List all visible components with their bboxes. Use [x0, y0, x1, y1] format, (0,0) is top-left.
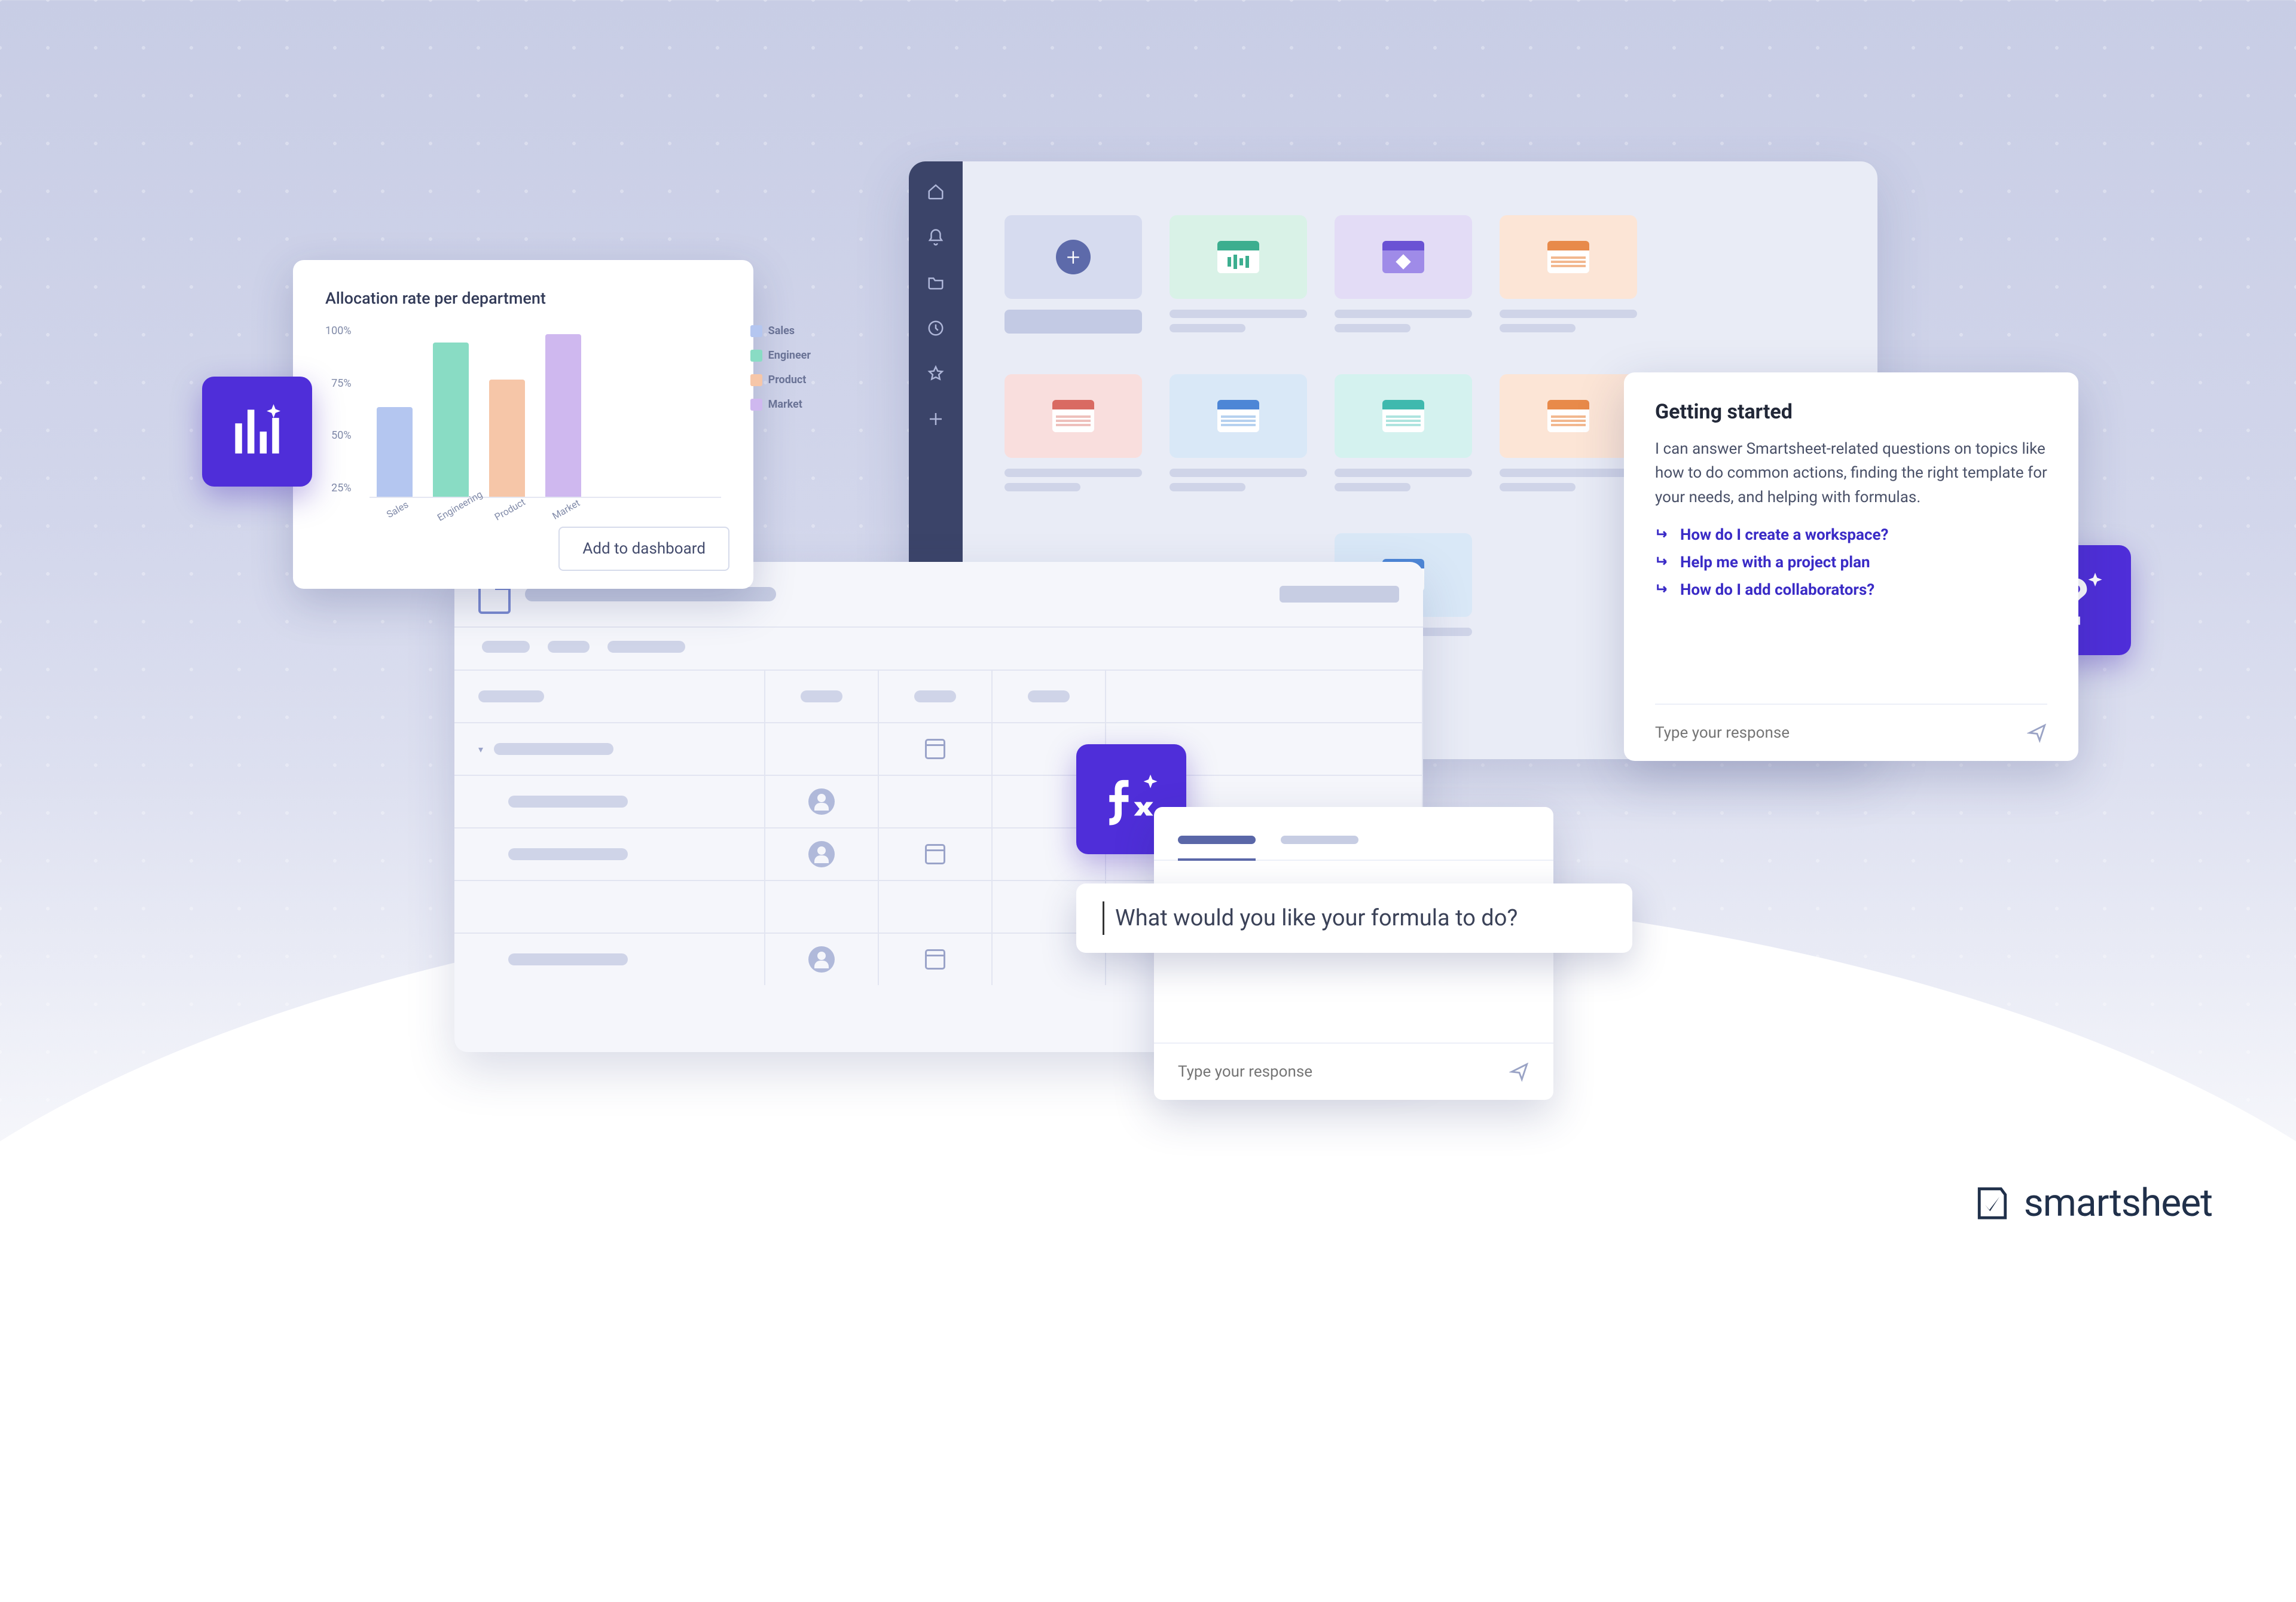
arrow-return-icon	[1655, 527, 1672, 543]
chart-widget: Allocation rate per department 100% 75% …	[293, 260, 753, 589]
send-icon[interactable]	[1509, 1062, 1529, 1082]
brand-logo: smartsheet	[1975, 1181, 2212, 1225]
chart-legend: Sales Engineer Product Market	[750, 325, 811, 411]
panel-title: Getting started	[1655, 400, 2047, 424]
formula-panel	[1154, 807, 1553, 1100]
avatar-icon	[808, 946, 835, 973]
avatar-icon	[808, 788, 835, 815]
send-icon[interactable]	[2027, 723, 2047, 743]
panel-body: I can answer Smartsheet-related question…	[1655, 437, 2047, 509]
chat-input[interactable]	[1655, 724, 1977, 742]
chart-title: Allocation rate per department	[325, 289, 721, 308]
ai-chart-badge	[202, 377, 312, 487]
template-tile[interactable]	[1500, 374, 1637, 497]
chart-plot: Sales Engineer Product Market	[370, 325, 721, 498]
formula-prompt-bubble[interactable]: What would you like your formula to do?	[1076, 883, 1632, 953]
formula-tabs	[1154, 807, 1553, 861]
add-to-dashboard-button[interactable]: Add to dashboard	[558, 527, 729, 571]
table-header-row	[454, 669, 1423, 722]
avatar-icon	[808, 841, 835, 867]
arrow-return-icon	[1655, 554, 1672, 571]
suggestion-link[interactable]: Help me with a project plan	[1655, 554, 2047, 571]
smartsheet-logo-icon	[1975, 1186, 2010, 1221]
template-tile[interactable]	[1004, 374, 1142, 497]
template-tile[interactable]	[1500, 215, 1637, 338]
template-tile[interactable]	[1335, 215, 1472, 338]
plus-icon[interactable]	[927, 410, 945, 428]
template-tile[interactable]	[1335, 374, 1472, 497]
suggestion-link[interactable]: How do I add collaborators?	[1655, 581, 2047, 599]
folder-icon[interactable]	[927, 274, 945, 292]
arrow-return-icon	[1655, 582, 1672, 598]
getting-started-panel: Getting started I can answer Smartsheet-…	[1624, 372, 2078, 761]
tab[interactable]	[1178, 836, 1256, 844]
recent-icon[interactable]	[927, 319, 945, 337]
template-tile[interactable]	[1170, 215, 1307, 338]
create-new-tile[interactable]: +	[1004, 215, 1142, 338]
calendar-icon	[925, 844, 945, 864]
bell-icon[interactable]	[927, 228, 945, 246]
table-row[interactable]: ▾	[454, 722, 1423, 775]
calendar-icon	[925, 739, 945, 759]
chart-yaxis: 100% 75% 50% 25%	[325, 325, 352, 498]
formula-prompt-text: What would you like your formula to do?	[1115, 905, 1518, 931]
tab[interactable]	[1281, 836, 1358, 844]
calendar-icon	[925, 949, 945, 970]
suggestion-link[interactable]: How do I create a workspace?	[1655, 526, 2047, 544]
template-tile[interactable]	[1170, 374, 1307, 497]
formula-input[interactable]	[1178, 1063, 1466, 1081]
chart-xaxis: Sales Engineering Product Market	[372, 498, 721, 525]
star-icon[interactable]	[927, 365, 945, 383]
home-icon[interactable]	[927, 183, 945, 201]
